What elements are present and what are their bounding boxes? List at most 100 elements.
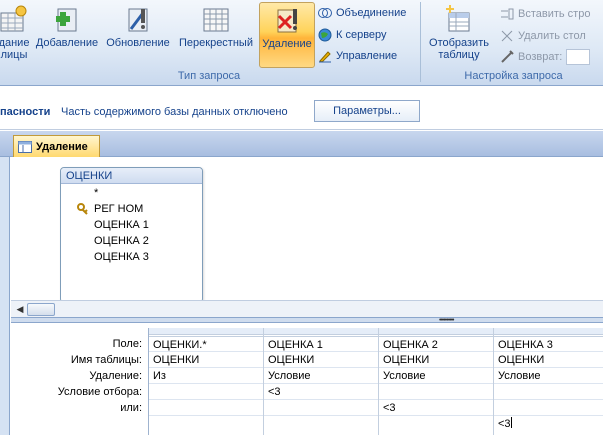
delete-rows-button[interactable]: Удалить стол bbox=[500, 27, 586, 45]
query-design-grid: Поле: Имя таблицы: Удаление: Условие отб… bbox=[11, 323, 603, 435]
grid-columns: ОЦЕНКИ.* ОЦЕНКИ Из ОЦЕНКА 1 ОЦЕНКИ Услов… bbox=[148, 328, 603, 435]
group-separator bbox=[420, 2, 421, 82]
document-tab-strip: Удаление bbox=[0, 131, 603, 157]
return-label: Возврат: bbox=[518, 51, 563, 63]
show-table-icon bbox=[444, 5, 474, 35]
table-field-list[interactable]: ОЦЕНКИ * РЕГ НОМ ОЦЕНКА 1 ОЦЕНКА 2 ОЦЕНК… bbox=[60, 167, 203, 303]
builder-icon bbox=[500, 50, 514, 64]
return-combo[interactable] bbox=[566, 49, 591, 65]
query-setup-group-label: Настройка запроса bbox=[464, 70, 563, 82]
update-button[interactable]: Обновление bbox=[104, 2, 172, 66]
query-tab-icon bbox=[18, 140, 32, 153]
union-button[interactable]: Объединение bbox=[318, 4, 406, 22]
query-design-area: ОЦЕНКИ * РЕГ НОМ ОЦЕНКА 1 ОЦЕНКА 2 ОЦЕНК… bbox=[11, 157, 603, 303]
tab-label: Удаление bbox=[36, 140, 88, 153]
text-caret bbox=[510, 417, 512, 428]
column-selector[interactable] bbox=[379, 328, 493, 335]
passthrough-label: К серверу bbox=[336, 29, 387, 41]
cell-criteria[interactable]: <3 bbox=[264, 384, 378, 400]
cell-or[interactable] bbox=[264, 400, 378, 416]
passthrough-button[interactable]: К серверу bbox=[318, 26, 387, 44]
security-message-bar: пасности Часть содержимого базы данных о… bbox=[0, 86, 603, 130]
cell-or-2[interactable]: <3 bbox=[494, 416, 603, 432]
insert-rows-label: Вставить стро bbox=[518, 8, 591, 20]
data-definition-button[interactable]: Управление bbox=[318, 47, 397, 65]
cell-or[interactable] bbox=[149, 400, 263, 416]
cell-table[interactable]: ОЦЕНКИ bbox=[264, 352, 378, 368]
update-icon bbox=[123, 5, 153, 35]
cell-delete[interactable]: Условие bbox=[264, 368, 378, 384]
ribbon: дание лицы Добавление Обновление Перекре… bbox=[0, 0, 603, 86]
tab-delete-query[interactable]: Удаление bbox=[13, 135, 100, 157]
field-ocenka-1[interactable]: ОЦЕНКА 1 bbox=[94, 217, 149, 233]
query-type-group-label: Тип запроса bbox=[177, 70, 241, 82]
delete-query-icon bbox=[272, 6, 302, 36]
field-reg-nom[interactable]: РЕГ НОМ bbox=[77, 201, 143, 217]
insert-rows-icon bbox=[500, 7, 514, 21]
append-label: Добавление bbox=[35, 37, 99, 49]
scroll-thumb[interactable] bbox=[27, 303, 55, 316]
return-control[interactable]: Возврат: bbox=[500, 48, 591, 66]
security-warning-title: пасности bbox=[0, 106, 51, 118]
union-icon bbox=[318, 6, 332, 20]
show-table-label-1: Отобразить bbox=[429, 37, 489, 49]
column-selector[interactable] bbox=[494, 328, 603, 335]
column-selector[interactable] bbox=[149, 328, 263, 335]
navigation-pane-edge[interactable] bbox=[0, 157, 10, 435]
cell-delete[interactable]: Из bbox=[149, 368, 263, 384]
cell-field[interactable]: ОЦЕНКИ.* bbox=[149, 336, 263, 352]
delete-rows-icon bbox=[500, 29, 514, 43]
field-reg-nom-label: РЕГ НОМ bbox=[94, 203, 144, 215]
cell-field[interactable]: ОЦЕНКА 1 bbox=[264, 336, 378, 352]
pencil-icon bbox=[318, 49, 332, 63]
column-selector[interactable] bbox=[264, 328, 378, 335]
union-label: Объединение bbox=[336, 7, 407, 19]
grid-column-1: ОЦЕНКИ.* ОЦЕНКИ Из bbox=[149, 328, 264, 435]
globe-icon bbox=[318, 28, 332, 42]
make-table-icon bbox=[0, 5, 29, 35]
row-label-delete: Удаление: bbox=[89, 370, 142, 382]
cell-field[interactable]: ОЦЕНКА 3 bbox=[494, 336, 603, 352]
primary-key-icon bbox=[77, 203, 89, 215]
options-button[interactable]: Параметры... bbox=[314, 100, 420, 122]
crosstab-label: Перекрестный bbox=[179, 37, 253, 49]
make-table-label-1: дание bbox=[0, 37, 30, 49]
grid-column-3: ОЦЕНКА 2 ОЦЕНКИ Условие <3 bbox=[379, 328, 494, 435]
cell-or-2-text: <3 bbox=[498, 418, 511, 430]
crosstab-button[interactable]: Перекрестный bbox=[176, 2, 256, 66]
delete-query-button[interactable]: Удаление bbox=[259, 2, 315, 68]
design-area-scrollbar[interactable]: ◀ bbox=[11, 300, 603, 317]
cell-or[interactable]: <3 bbox=[379, 400, 493, 416]
crosstab-icon bbox=[201, 5, 231, 35]
make-table-button[interactable]: дание лицы bbox=[0, 2, 34, 66]
cell-table[interactable]: ОЦЕНКИ bbox=[494, 352, 603, 368]
cell-field[interactable]: ОЦЕНКА 2 bbox=[379, 336, 493, 352]
row-label-criteria: Условие отбора: bbox=[57, 386, 142, 398]
cell-criteria[interactable] bbox=[379, 384, 493, 400]
cell-table[interactable]: ОЦЕНКИ bbox=[149, 352, 263, 368]
row-label-field: Поле: bbox=[112, 338, 142, 350]
field-ocenka-2[interactable]: ОЦЕНКА 2 bbox=[94, 233, 149, 249]
grid-column-4: ОЦЕНКА 3 ОЦЕНКИ Условие <3 bbox=[494, 328, 603, 435]
show-table-button[interactable]: Отобразить таблицу bbox=[424, 2, 494, 66]
grid-column-2: ОЦЕНКА 1 ОЦЕНКИ Условие <3 bbox=[264, 328, 379, 435]
delete-rows-label: Удалить стол bbox=[518, 30, 586, 42]
insert-rows-button[interactable]: Вставить стро bbox=[500, 5, 590, 23]
update-label: Обновление bbox=[106, 37, 170, 49]
cell-criteria[interactable] bbox=[494, 384, 603, 400]
cell-or[interactable] bbox=[494, 400, 603, 416]
append-button[interactable]: Добавление bbox=[34, 2, 100, 66]
make-table-label-2: лицы bbox=[0, 49, 28, 61]
row-label-or: или: bbox=[120, 402, 142, 414]
cell-table[interactable]: ОЦЕНКИ bbox=[379, 352, 493, 368]
cell-criteria[interactable] bbox=[149, 384, 263, 400]
field-all[interactable]: * bbox=[94, 185, 98, 201]
table-field-list-title[interactable]: ОЦЕНКИ bbox=[61, 168, 202, 184]
field-ocenka-3[interactable]: ОЦЕНКА 3 bbox=[94, 249, 149, 265]
cell-delete[interactable]: Условие bbox=[494, 368, 603, 384]
append-icon bbox=[52, 5, 82, 35]
delete-query-label: Удаление bbox=[262, 38, 312, 50]
security-warning-text: Часть содержимого базы данных отключено bbox=[61, 106, 288, 118]
scroll-left-arrow-icon[interactable]: ◀ bbox=[13, 303, 27, 316]
cell-delete[interactable]: Условие bbox=[379, 368, 493, 384]
